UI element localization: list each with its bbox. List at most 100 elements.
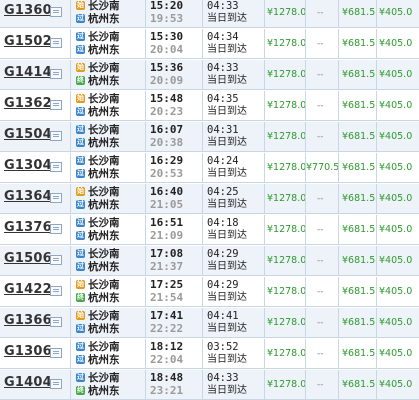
column-divider <box>264 246 265 275</box>
first-class-price: ¥681.5 <box>342 7 376 18</box>
list-icon[interactable] <box>50 193 62 203</box>
column-divider <box>202 277 203 306</box>
arrival-time: 19:53 <box>150 12 184 25</box>
second-class-price: ¥405.0 <box>379 317 413 328</box>
column-divider <box>264 91 265 120</box>
train-number-link[interactable]: G1364 <box>4 189 52 218</box>
table-row: G1304 过长沙南过杭州东 16:29 20:53 04:24 当日到达 ¥1278.0 ¥… <box>0 153 419 183</box>
table-row: G1306 过长沙南过杭州东 18:12 22:04 03:52 当日到达 ¥1278.0-… <box>0 339 419 369</box>
column-divider <box>305 91 306 120</box>
train-number-link[interactable]: G1306 <box>4 344 52 373</box>
list-icon[interactable] <box>50 286 62 296</box>
business-seat-price: ¥1278.0 <box>267 38 307 49</box>
to-station: 杭州东 <box>88 261 120 273</box>
origin-type-icon: 过 <box>76 156 85 165</box>
to-station: 杭州东 <box>88 230 120 242</box>
column-divider <box>338 308 339 337</box>
second-class-price: ¥405.0 <box>379 69 413 80</box>
list-icon[interactable] <box>50 100 62 110</box>
business-seat-price: ¥1278.0 <box>267 286 307 297</box>
column-divider <box>376 122 377 151</box>
list-icon[interactable] <box>50 317 62 327</box>
to-station: 杭州东 <box>88 354 120 366</box>
train-number-link[interactable]: G1404 <box>4 375 52 400</box>
list-icon[interactable] <box>50 224 62 234</box>
train-number-link[interactable]: G1362 <box>4 96 52 125</box>
list-icon[interactable] <box>50 131 62 141</box>
destination-type-icon: 终 <box>76 293 85 302</box>
column-divider <box>305 0 306 27</box>
column-divider <box>338 91 339 120</box>
second-class-price: ¥405.0 <box>379 193 413 204</box>
column-divider <box>145 0 146 27</box>
first-class-price: ¥681.5 <box>342 100 376 111</box>
same-day-arrival: 当日到达 <box>207 168 247 179</box>
column-divider <box>264 277 265 306</box>
column-divider <box>338 277 339 306</box>
first-class-price: ¥681.5 <box>342 69 376 80</box>
column-divider <box>70 246 71 275</box>
column-divider <box>145 246 146 275</box>
premium-seat-price: -- <box>317 70 324 80</box>
same-day-arrival: 当日到达 <box>207 261 247 272</box>
column-divider <box>305 246 306 275</box>
origin-type-icon: 过 <box>76 342 85 351</box>
train-number-link[interactable]: G1414 <box>4 65 52 94</box>
train-number-link[interactable]: G1360 <box>4 3 52 32</box>
list-icon[interactable] <box>50 38 62 48</box>
first-class-price: ¥681.5 <box>342 317 376 328</box>
premium-seat-price: -- <box>317 194 324 204</box>
list-icon[interactable] <box>50 348 62 358</box>
train-number-link[interactable]: G1422 <box>4 282 52 311</box>
list-icon[interactable] <box>50 379 62 389</box>
duration: 03:52 <box>207 341 239 353</box>
from-station: 长沙南 <box>88 0 120 12</box>
second-class-price: ¥405.0 <box>379 348 413 359</box>
column-divider <box>145 122 146 151</box>
list-icon[interactable] <box>50 162 62 172</box>
same-day-arrival: 当日到达 <box>207 323 247 334</box>
column-divider <box>376 308 377 337</box>
duration: 04:41 <box>207 310 239 322</box>
table-row: G1506 过长沙南过杭州东 17:08 21:37 04:29 当日到达 ¥1278.0-… <box>0 246 419 276</box>
train-number-link[interactable]: G1376 <box>4 220 52 249</box>
list-icon[interactable] <box>50 69 62 79</box>
duration: 04:33 <box>207 0 239 12</box>
first-class-price: ¥681.5 <box>342 193 376 204</box>
arrival-time: 20:09 <box>150 74 184 87</box>
column-divider <box>376 215 377 244</box>
column-divider <box>264 184 265 213</box>
column-divider <box>145 184 146 213</box>
premium-seat-price: -- <box>317 349 324 359</box>
departure-time: 17:25 <box>150 278 184 291</box>
from-station: 长沙南 <box>88 31 120 43</box>
train-number-link[interactable]: G1366 <box>4 313 52 342</box>
column-divider <box>264 60 265 89</box>
arrival-time: 20:23 <box>150 105 184 118</box>
departure-time: 16:07 <box>150 123 184 136</box>
train-number-link[interactable]: G1304 <box>4 158 52 187</box>
train-number-link[interactable]: G1502 <box>4 34 52 63</box>
from-station: 长沙南 <box>88 310 120 322</box>
departure-time: 18:12 <box>150 340 184 353</box>
duration: 04:18 <box>207 217 239 229</box>
column-divider <box>305 122 306 151</box>
column-divider <box>264 215 265 244</box>
destination-type-icon: 过 <box>76 45 85 54</box>
list-icon[interactable] <box>50 255 62 265</box>
column-divider <box>264 339 265 368</box>
column-divider <box>145 215 146 244</box>
list-icon[interactable] <box>50 7 62 17</box>
train-number-link[interactable]: G1504 <box>4 127 52 156</box>
duration: 04:35 <box>207 93 239 105</box>
column-divider <box>338 246 339 275</box>
column-divider <box>305 215 306 244</box>
duration: 04:29 <box>207 279 239 291</box>
first-class-price: ¥681.5 <box>342 162 376 173</box>
column-divider <box>338 184 339 213</box>
destination-type-icon: 过 <box>76 169 85 178</box>
train-number-link[interactable]: G1506 <box>4 251 52 280</box>
destination-type-icon: 过 <box>76 231 85 240</box>
premium-seat-price: -- <box>317 101 324 111</box>
table-row: G1422 始长沙南终杭州东 17:25 21:54 04:29 当日到达 ¥1278.0-… <box>0 277 419 307</box>
